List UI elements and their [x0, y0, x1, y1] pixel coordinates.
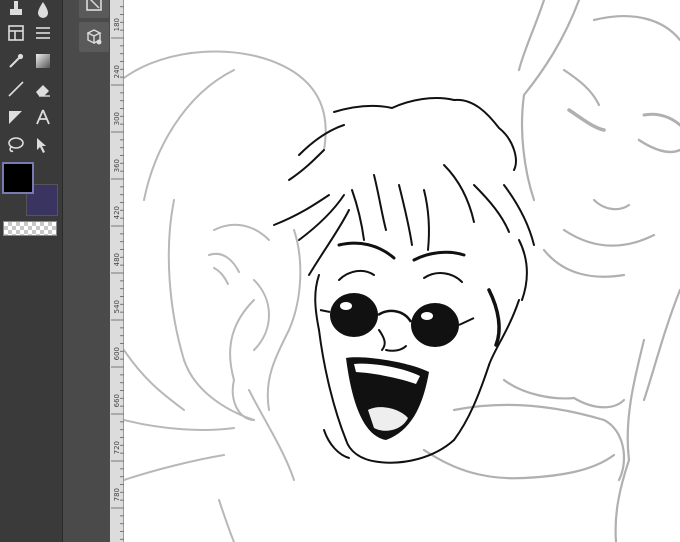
sketch-artwork [124, 0, 680, 542]
layout-icon [8, 25, 24, 41]
foreground-color-swatch[interactable] [2, 162, 34, 194]
ruler-label: 780 [113, 488, 121, 502]
eraser-icon [36, 85, 50, 97]
ruler-label: 360 [113, 159, 121, 173]
ruler-label: 720 [113, 441, 121, 455]
mouth-inks [346, 357, 429, 440]
ruler-label: 600 [113, 347, 121, 361]
right-figure-sketch [422, 0, 680, 542]
ruler-label: 480 [113, 253, 121, 267]
blend-icon [38, 2, 48, 18]
sunglasses-inks [319, 293, 475, 347]
ruler-label: 180 [113, 18, 121, 32]
ruler-label: 420 [113, 206, 121, 220]
gradient-icon [36, 54, 50, 68]
line-icon [8, 81, 24, 97]
layer-3d-icon [86, 29, 102, 45]
lasso-icon [8, 137, 24, 153]
ruler-label: 240 [113, 65, 121, 79]
layer-3d-button[interactable] [79, 22, 109, 52]
shape-icon [9, 111, 22, 124]
lasso-tool-button[interactable] [3, 132, 29, 158]
blend-tool-button[interactable] [30, 0, 56, 22]
frame-button[interactable] [79, 0, 109, 18]
line-tool-button[interactable] [3, 76, 29, 102]
text-tool-button[interactable] [30, 104, 56, 130]
eraser-tool-button[interactable] [30, 76, 56, 102]
pen-icon [10, 1, 22, 15]
menu-lines-icon [36, 27, 50, 39]
shape-tool-button[interactable] [3, 104, 29, 130]
drawing-canvas[interactable] [124, 0, 680, 542]
layout-tool-button[interactable] [3, 20, 29, 46]
ruler-ticks [111, 6, 124, 540]
pen-tool-button[interactable] [3, 0, 29, 22]
eyedropper-icon [9, 53, 24, 68]
left-figure-sketch [124, 50, 327, 542]
menu-tool-button[interactable] [30, 20, 56, 46]
ruler-label: 540 [113, 300, 121, 314]
transparent-color-swatch[interactable] [3, 221, 57, 236]
frame-icon [86, 0, 102, 11]
select-arrow-tool-button[interactable] [30, 132, 56, 158]
subtool-panel [63, 0, 110, 542]
text-icon [36, 109, 50, 125]
toolbox-panel [0, 0, 63, 542]
eyedropper-tool-button[interactable] [3, 48, 29, 74]
select-arrow-icon [37, 138, 46, 153]
vertical-ruler: 180 240 300 360 420 480 540 600 660 720 780 [110, 0, 124, 542]
ruler-label: 300 [113, 112, 121, 126]
ruler-label: 660 [113, 394, 121, 408]
gradient-tool-button[interactable] [30, 48, 56, 74]
